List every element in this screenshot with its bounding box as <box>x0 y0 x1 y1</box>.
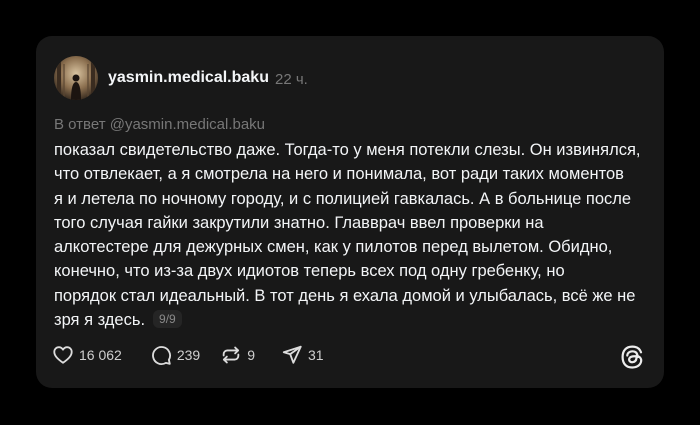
comment-button[interactable]: 239 <box>150 344 200 366</box>
post-timestamp: 22 ч. <box>275 71 308 88</box>
post-body-line-text: зря я здесь. <box>54 311 146 330</box>
post-body-line: что отвлекает, а я смотрела на него и по… <box>54 165 624 184</box>
comment-bubble-icon <box>151 346 171 365</box>
post-body-line: я и летела по ночному городу, и с полици… <box>54 189 632 208</box>
reply-to-label[interactable]: В ответ @yasmin.medical.baku <box>54 116 265 133</box>
post-body-line: алкотестере для дежурных смен, как у пил… <box>54 238 613 257</box>
share-button[interactable]: 31 <box>281 344 324 366</box>
post-body: показал свидетельство даже. Тогда-то у м… <box>54 138 654 332</box>
post-body-line: зря я здесь. 9/9 <box>54 308 654 332</box>
like-count: 16 062 <box>79 347 122 363</box>
post-body-line: показал свидетельство даже. Тогда-то у м… <box>54 141 641 159</box>
threads-logo-glyph <box>621 345 643 369</box>
avatar-image <box>54 56 98 100</box>
post-body-line-text: порядок стал идеальный. В тот день я еха… <box>54 286 636 305</box>
thread-page-badge: 9/9 <box>153 310 182 329</box>
repost-icon <box>222 346 240 364</box>
author-username[interactable]: yasmin.medical.baku <box>108 69 269 87</box>
like-button[interactable]: 16 062 <box>52 344 122 366</box>
post-body-line: порядок стал идеальный. В тот день я еха… <box>54 284 654 308</box>
heart-icon <box>53 346 73 364</box>
threads-logo-icon[interactable] <box>619 344 645 370</box>
avatar[interactable] <box>54 56 98 100</box>
post-body-line: конечно, что из-за двух идиотов теперь в… <box>54 262 565 281</box>
repost-count: 9 <box>247 347 255 363</box>
post-body-line: того случая гайки закрутили знатно. Глав… <box>54 213 544 232</box>
repost-button[interactable]: 9 <box>220 344 255 366</box>
post-card: yasmin.medical.baku 22 ч. В ответ @yasmi… <box>36 36 664 388</box>
send-icon <box>282 345 302 364</box>
comment-count: 239 <box>176 347 201 363</box>
share-count: 31 <box>307 347 324 363</box>
post-actions: 16 062 239 9 31 <box>52 342 324 368</box>
